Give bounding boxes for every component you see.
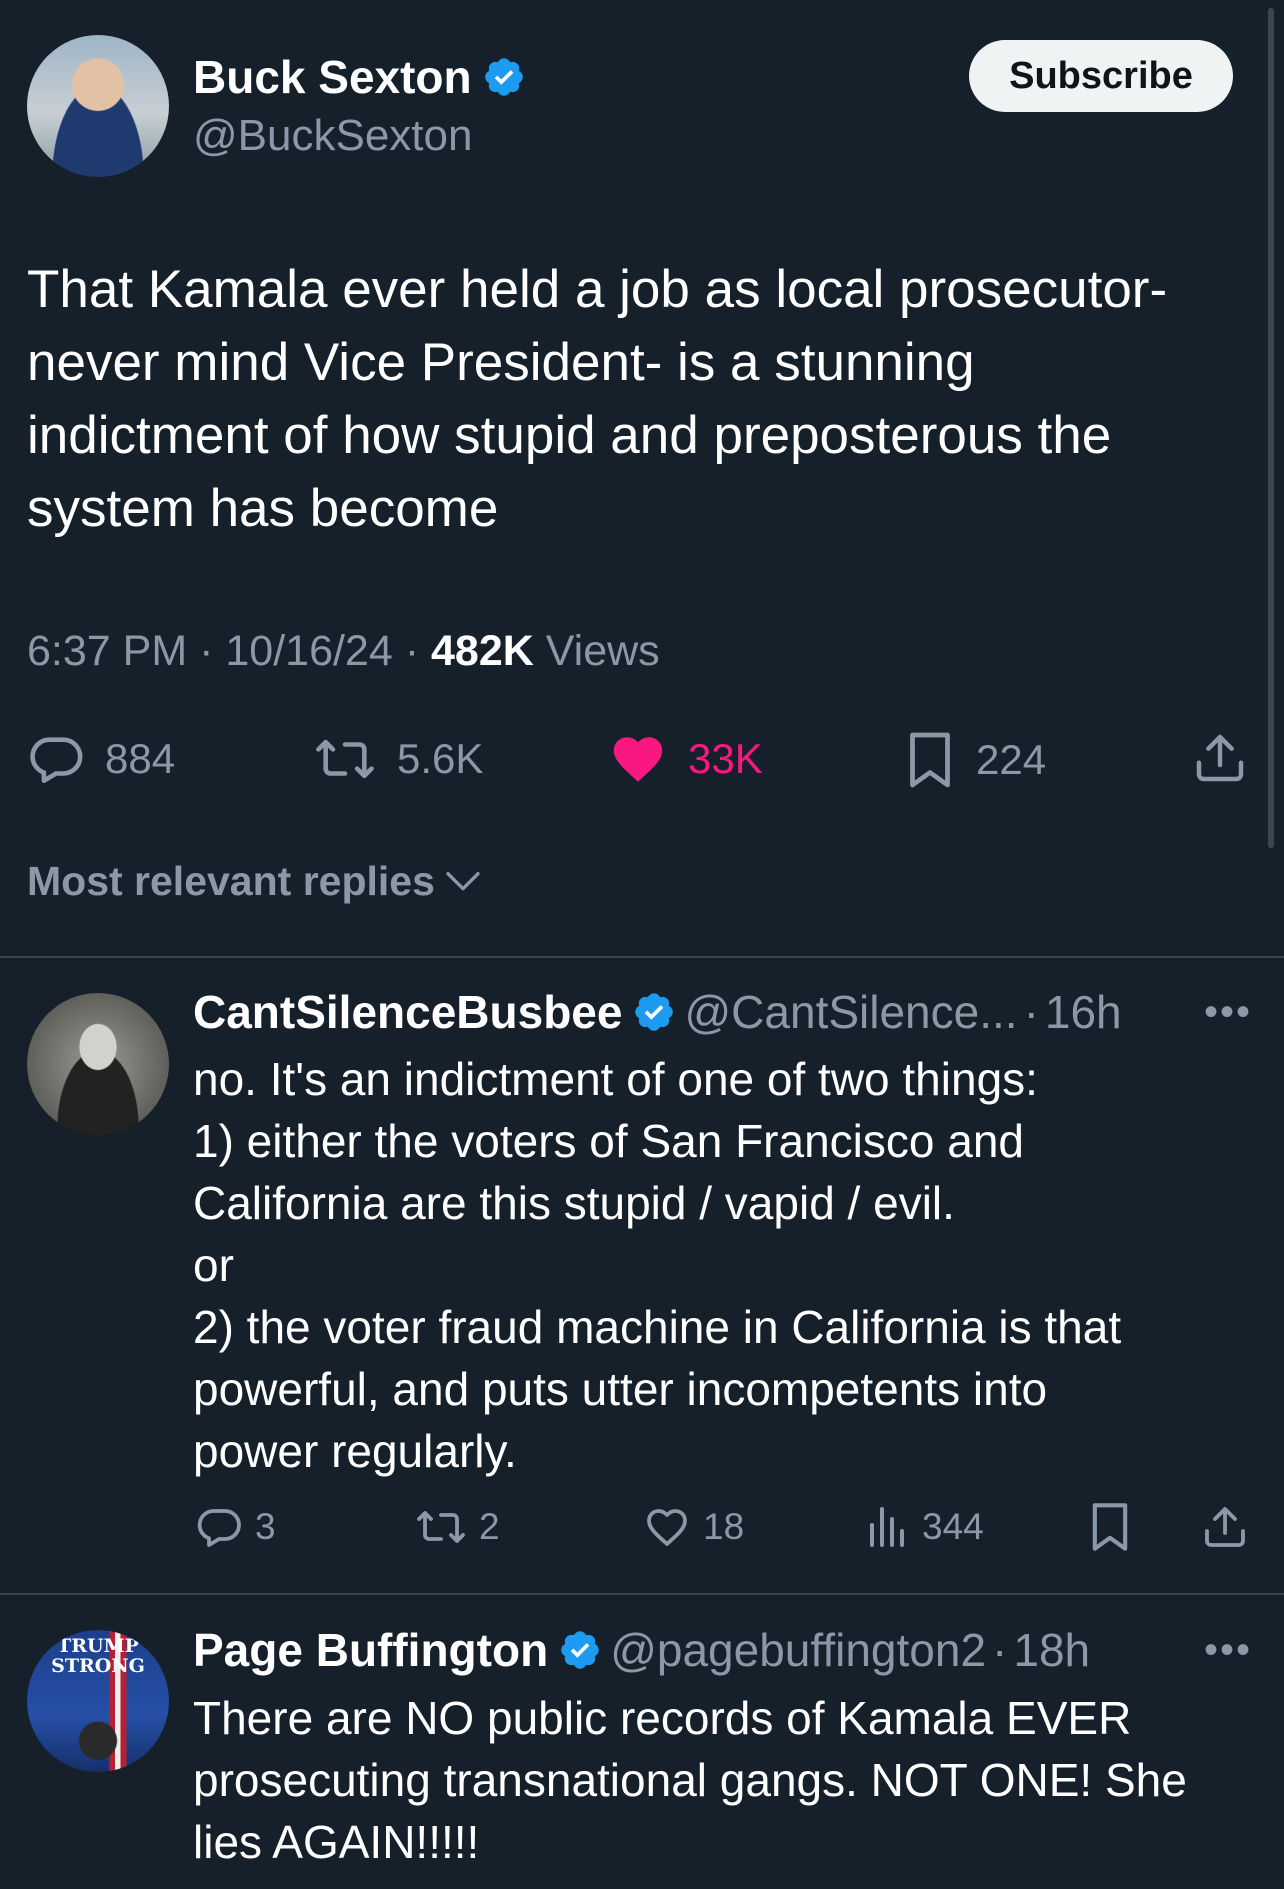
repost-count: 5.6K	[397, 735, 484, 782]
share-button[interactable]	[1192, 728, 1248, 788]
reply-author-name[interactable]: Page Buffington	[193, 1623, 548, 1677]
like-count: 18	[703, 1506, 745, 1547]
reply-line: There are NO public records of Kamala EV…	[193, 1692, 1132, 1744]
verified-badge-icon	[635, 993, 674, 1031]
reply-author-handle[interactable]: @CantSilence...	[684, 985, 1017, 1039]
reply-line: California are this stupid / vapid / evi…	[193, 1177, 955, 1229]
reply-author-handle[interactable]: @pagebuffington2	[610, 1623, 986, 1677]
bookmark-icon	[910, 732, 950, 788]
views-count: 344	[922, 1506, 984, 1547]
reply-time[interactable]: 16h	[1045, 985, 1122, 1039]
heart-filled-icon	[613, 737, 663, 782]
verified-badge-icon	[484, 58, 523, 96]
reply-text: There are NO public records of Kamala EV…	[193, 1687, 1253, 1873]
bookmark-icon	[1092, 1503, 1128, 1551]
analytics-icon	[870, 1507, 904, 1547]
reply-line: 2) the voter fraud machine in California…	[193, 1301, 1122, 1353]
share-icon	[1205, 1507, 1245, 1547]
views-label: Views	[545, 627, 660, 675]
author-handle[interactable]: @BuckSexton	[193, 111, 472, 161]
meta-separator: ·	[199, 627, 214, 675]
reply-icon	[30, 737, 83, 784]
views-button[interactable]: 344	[866, 1503, 984, 1551]
reply-text: no. It's an indictment of one of two thi…	[193, 1048, 1253, 1482]
reply-sort-dropdown[interactable]: Most relevant replies	[27, 858, 483, 905]
reply-line: no. It's an indictment of one of two thi…	[193, 1053, 1038, 1105]
repost-count: 2	[479, 1506, 500, 1547]
share-icon	[1196, 734, 1244, 782]
chevron-down-icon	[446, 871, 480, 890]
reply-icon	[197, 1509, 241, 1547]
subscribe-button[interactable]: Subscribe	[969, 40, 1233, 112]
reply-line: prosecuting transnational gangs. NOT ONE…	[193, 1754, 1187, 1806]
reply-avatar[interactable]	[27, 993, 169, 1135]
meta-separator: ·	[404, 627, 420, 675]
author-name[interactable]: Buck Sexton	[193, 50, 472, 104]
divider	[0, 1593, 1284, 1595]
reply-button[interactable]: 3	[195, 1503, 276, 1551]
reply-line: lies AGAIN!!!!!	[193, 1816, 480, 1868]
more-options-icon[interactable]: •••	[1204, 1628, 1252, 1673]
reply-header: CantSilenceBusbee @CantSilence... · 16h	[193, 985, 1122, 1039]
repost-button[interactable]: 5.6K	[313, 730, 483, 788]
like-button[interactable]: 18	[643, 1503, 744, 1551]
repost-button[interactable]: 2	[415, 1503, 500, 1551]
reply-button[interactable]: 884	[27, 730, 175, 788]
bookmark-button[interactable]	[1088, 1501, 1132, 1553]
tweet-meta: 6:37 PM · 10/16/24 · 482K Views	[27, 627, 660, 676]
reply-header: Page Buffington @pagebuffington2 · 18h	[193, 1623, 1090, 1677]
meta-separator: ·	[992, 1624, 1008, 1676]
bookmark-count: 224	[976, 736, 1047, 783]
reply-author-name[interactable]: CantSilenceBusbee	[193, 985, 622, 1039]
repost-icon	[417, 1511, 465, 1543]
views-count: 482K	[431, 627, 534, 675]
reply-line: power regularly.	[193, 1425, 517, 1477]
scrollbar[interactable]	[1268, 8, 1274, 848]
author-name-row[interactable]: Buck Sexton	[193, 50, 526, 104]
reply-line: powerful, and puts utter incompetents in…	[193, 1363, 1048, 1415]
reply-time[interactable]: 18h	[1013, 1623, 1090, 1677]
repost-icon	[316, 739, 374, 779]
bookmark-button[interactable]: 224	[904, 730, 1046, 790]
verified-badge-icon	[561, 1631, 599, 1669]
meta-separator: ·	[1023, 986, 1039, 1038]
reply-line: 1) either the voters of San Francisco an…	[193, 1115, 1024, 1167]
tweet-date[interactable]: 10/16/24	[225, 627, 392, 675]
avatar-text: TRUMP STRONG	[51, 1635, 145, 1677]
tweet-text: That Kamala ever held a job as local pro…	[27, 260, 1168, 538]
reply-line: or	[193, 1239, 234, 1291]
divider	[0, 956, 1284, 958]
reply-count: 884	[105, 735, 176, 782]
tweet-time[interactable]: 6:37 PM	[27, 627, 187, 675]
share-button[interactable]	[1201, 1501, 1249, 1553]
heart-icon	[647, 1509, 687, 1546]
like-count: 33K	[688, 735, 763, 782]
reply-count: 3	[255, 1506, 276, 1547]
like-button[interactable]: 33K	[608, 730, 763, 788]
sort-label: Most relevant replies	[27, 858, 435, 904]
reply-avatar[interactable]: TRUMP STRONG	[27, 1630, 169, 1772]
more-options-icon[interactable]: •••	[1204, 990, 1252, 1035]
author-avatar[interactable]	[27, 35, 169, 177]
